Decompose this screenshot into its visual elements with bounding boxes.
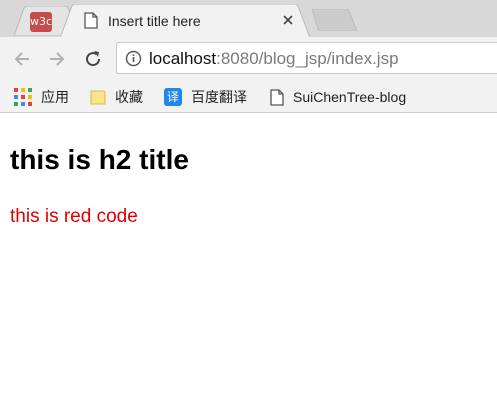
- bookmark-label: 百度翻译: [191, 89, 247, 105]
- info-icon[interactable]: [125, 50, 142, 67]
- close-icon[interactable]: [282, 14, 294, 26]
- document-icon: [84, 12, 98, 29]
- back-arrow-icon[interactable]: [12, 49, 32, 69]
- bookmark-label: 应用: [41, 89, 69, 105]
- url-host: localhost: [149, 49, 217, 68]
- forward-arrow-icon[interactable]: [47, 49, 67, 69]
- page-icon: [270, 88, 284, 106]
- bookmark-apps[interactable]: 应用: [14, 86, 69, 108]
- new-tab-button[interactable]: [312, 9, 358, 31]
- tab-title: Insert title here: [108, 13, 201, 29]
- bookmark-suichentree-blog[interactable]: SuiChenTree-blog: [270, 86, 406, 108]
- red-text: this is red code: [10, 206, 138, 227]
- tab-insert-title[interactable]: Insert title here: [60, 4, 310, 38]
- reload-icon[interactable]: [83, 49, 103, 69]
- tab-strip: w3c Insert title here: [0, 0, 497, 38]
- folder-icon: [90, 90, 106, 105]
- url-text[interactable]: localhost:8080/blog_jsp/index.jsp: [149, 49, 399, 69]
- browser-toolbar: localhost:8080/blog_jsp/index.jsp: [0, 37, 497, 81]
- bookmark-favorites[interactable]: 收藏: [90, 86, 143, 108]
- bookmarks-bar: 应用 收藏 译 百度翻译 SuiChenTree-blog: [0, 81, 497, 113]
- bookmark-label: 收藏: [115, 89, 143, 105]
- page-heading: this is h2 title: [10, 144, 189, 175]
- bookmark-label: SuiChenTree-blog: [293, 89, 407, 105]
- address-bar[interactable]: localhost:8080/blog_jsp/index.jsp: [116, 42, 497, 74]
- bookmark-baidu-translate[interactable]: 译 百度翻译: [164, 86, 247, 108]
- url-path: :8080/blog_jsp/index.jsp: [216, 49, 399, 68]
- w3c-favicon: w3c: [30, 12, 52, 32]
- apps-grid-icon: [14, 88, 32, 106]
- translate-icon: 译: [164, 88, 182, 106]
